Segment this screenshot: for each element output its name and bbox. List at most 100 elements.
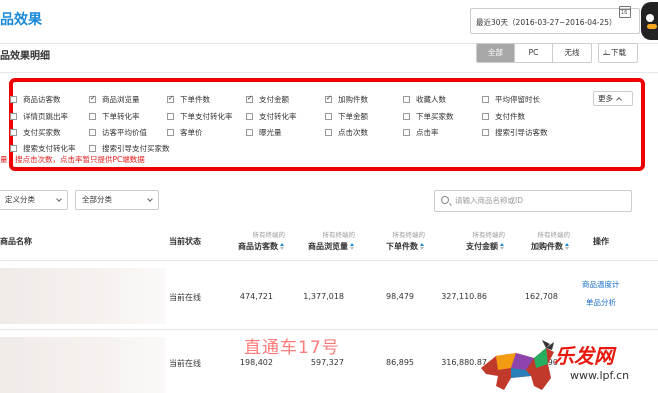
checkbox[interactable] <box>10 96 17 103</box>
more-button[interactable]: 更多 <box>593 91 633 106</box>
col-header-payment[interactable]: 所有终端的 支付金额 <box>450 229 505 252</box>
metric-option[interactable]: 下单买家数 <box>403 111 454 122</box>
checkbox[interactable] <box>403 129 410 136</box>
section-title: 品效果明细 <box>0 51 50 62</box>
checkbox[interactable] <box>482 96 489 103</box>
orders-cell: 98,479 <box>386 292 414 301</box>
col-header-cart[interactable]: 所有终端的 加购件数 <box>520 229 570 252</box>
checkbox[interactable] <box>403 113 410 120</box>
checkbox[interactable] <box>246 113 253 120</box>
download-icon <box>603 44 610 62</box>
search-input[interactable]: 请输入商品名称或ID <box>434 190 632 212</box>
metric-option[interactable]: 收藏人数 <box>403 94 446 105</box>
metric-option[interactable]: 曝光量 <box>246 127 282 138</box>
logo-url: www.lpf.cn <box>570 369 630 382</box>
metric-label: 加购件数 <box>338 95 368 104</box>
checkbox[interactable] <box>89 113 96 120</box>
metric-option[interactable]: 加购件数 <box>325 94 368 105</box>
col-header-orders[interactable]: 所有终端的 下单件数 <box>375 229 425 252</box>
metric-option[interactable]: 详情页跳出率 <box>10 111 68 122</box>
metric-option[interactable]: 搜索引导访客数 <box>482 127 548 138</box>
logo-text: 乐发网 <box>554 344 614 368</box>
checkbox[interactable] <box>325 113 332 120</box>
chevron-up-icon <box>616 97 622 103</box>
tab-all[interactable]: 全部 <box>477 44 515 62</box>
visitors-cell: 198,402 <box>239 358 273 367</box>
metric-option[interactable]: 下单支付转化率 <box>167 111 233 122</box>
metric-option[interactable]: 客单价 <box>167 127 203 138</box>
tab-wireless[interactable]: 无线 <box>553 44 591 62</box>
checkbox[interactable] <box>10 113 17 120</box>
metric-option[interactable]: 搜索支付转化率 <box>10 143 76 154</box>
metric-label: 收藏人数 <box>416 95 446 104</box>
metric-option[interactable]: 支付转化率 <box>246 111 297 122</box>
download-button[interactable]: 下载 <box>598 43 638 63</box>
metric-option[interactable]: 点击次数 <box>325 127 368 138</box>
metric-option[interactable]: 商品访客数 <box>10 94 61 105</box>
item-analysis-link[interactable]: 单品分析 <box>586 297 616 308</box>
table-row: 当前在线 474,721 1,377,018 98,479 327,110.86… <box>0 262 658 330</box>
metric-label: 客单价 <box>180 128 203 137</box>
data-note: 量，搜点击次数，点击率暂只提供PC端数据 <box>0 155 145 164</box>
metric-option[interactable]: 商品浏览量 <box>89 94 140 105</box>
checkbox[interactable] <box>246 129 253 136</box>
views-cell: 1,377,018 <box>303 292 344 301</box>
metric-option[interactable]: 访客平均价值 <box>89 127 147 138</box>
status-cell: 当前在线 <box>169 293 201 302</box>
sort-icon <box>350 243 355 250</box>
device-tabs: 全部 PC 无线 <box>476 43 592 63</box>
checkbox[interactable] <box>482 113 489 120</box>
metric-label: 曝光量 <box>259 128 282 137</box>
checkbox[interactable] <box>89 129 96 136</box>
metric-option[interactable]: 点击率 <box>403 127 439 138</box>
checkbox[interactable] <box>325 94 332 103</box>
checkbox[interactable] <box>246 94 253 103</box>
col-header-views[interactable]: 所有终端的 商品浏览量 <box>300 229 355 252</box>
cart-cell: 162,708 <box>524 292 558 301</box>
page-title: 品效果 <box>0 12 42 28</box>
col-header-name: 商品名称 <box>0 237 32 246</box>
checkbox[interactable] <box>167 94 174 103</box>
metric-option[interactable]: 支付买家数 <box>10 127 61 138</box>
checkbox[interactable] <box>89 145 96 152</box>
metric-label: 支付转化率 <box>259 112 297 121</box>
checkbox[interactable] <box>89 94 96 103</box>
tab-pc[interactable]: PC <box>515 44 553 62</box>
product-thumbnail[interactable] <box>0 268 165 324</box>
metric-label: 商品浏览量 <box>102 95 140 104</box>
col-header-visitors[interactable]: 所有终端的 商品访客数 <box>230 229 285 252</box>
metric-label: 支付买家数 <box>23 128 61 137</box>
checkbox[interactable] <box>10 145 17 152</box>
custom-category-select[interactable]: 定义分类 <box>0 190 68 210</box>
table-header: 商品名称 当前状态 所有终端的 商品访客数 所有终端的 商品浏览量 所有终端的 下单件… <box>0 225 658 261</box>
checkbox[interactable] <box>167 129 174 136</box>
metric-option[interactable]: 支付件数 <box>482 111 525 122</box>
orders-cell: 86,895 <box>386 358 414 367</box>
metric-option[interactable]: 下单转化率 <box>89 111 140 122</box>
checkbox[interactable] <box>403 96 410 103</box>
checkbox[interactable] <box>167 113 174 120</box>
checkbox[interactable] <box>10 129 17 136</box>
chevron-down-icon <box>56 196 62 202</box>
metric-label: 下单支付转化率 <box>180 112 233 121</box>
product-thumbnail[interactable] <box>0 337 165 393</box>
date-range-selector[interactable]: 最近30天（2016-03-27~2016-04-25） <box>470 8 640 34</box>
metric-panel: 商品访客数 商品浏览量 下单件数 支付金额 加购件数 收藏人数 平均停留时长 详… <box>0 78 658 184</box>
category-select[interactable]: 全部分类 <box>75 190 159 210</box>
download-label: 下载 <box>611 48 626 57</box>
metric-option[interactable]: 下单金额 <box>325 111 368 122</box>
checkbox[interactable] <box>325 129 332 136</box>
sort-icon <box>500 243 505 250</box>
checkbox[interactable] <box>482 129 489 136</box>
metric-option[interactable]: 支付金额 <box>246 94 289 105</box>
calendar-icon[interactable] <box>619 6 631 18</box>
temperature-link[interactable]: 商品温度计 <box>582 279 620 290</box>
metric-option[interactable]: 搜索引导支付买家数 <box>89 143 170 154</box>
sort-icon <box>565 243 570 250</box>
views-cell: 597,327 <box>310 358 344 367</box>
metric-option[interactable]: 下单件数 <box>167 94 210 105</box>
metric-label: 点击率 <box>416 128 439 137</box>
metric-option[interactable]: 平均停留时长 <box>482 94 540 105</box>
visitors-cell: 474,721 <box>239 292 273 301</box>
payment-cell: 327,110.86 <box>441 292 487 301</box>
